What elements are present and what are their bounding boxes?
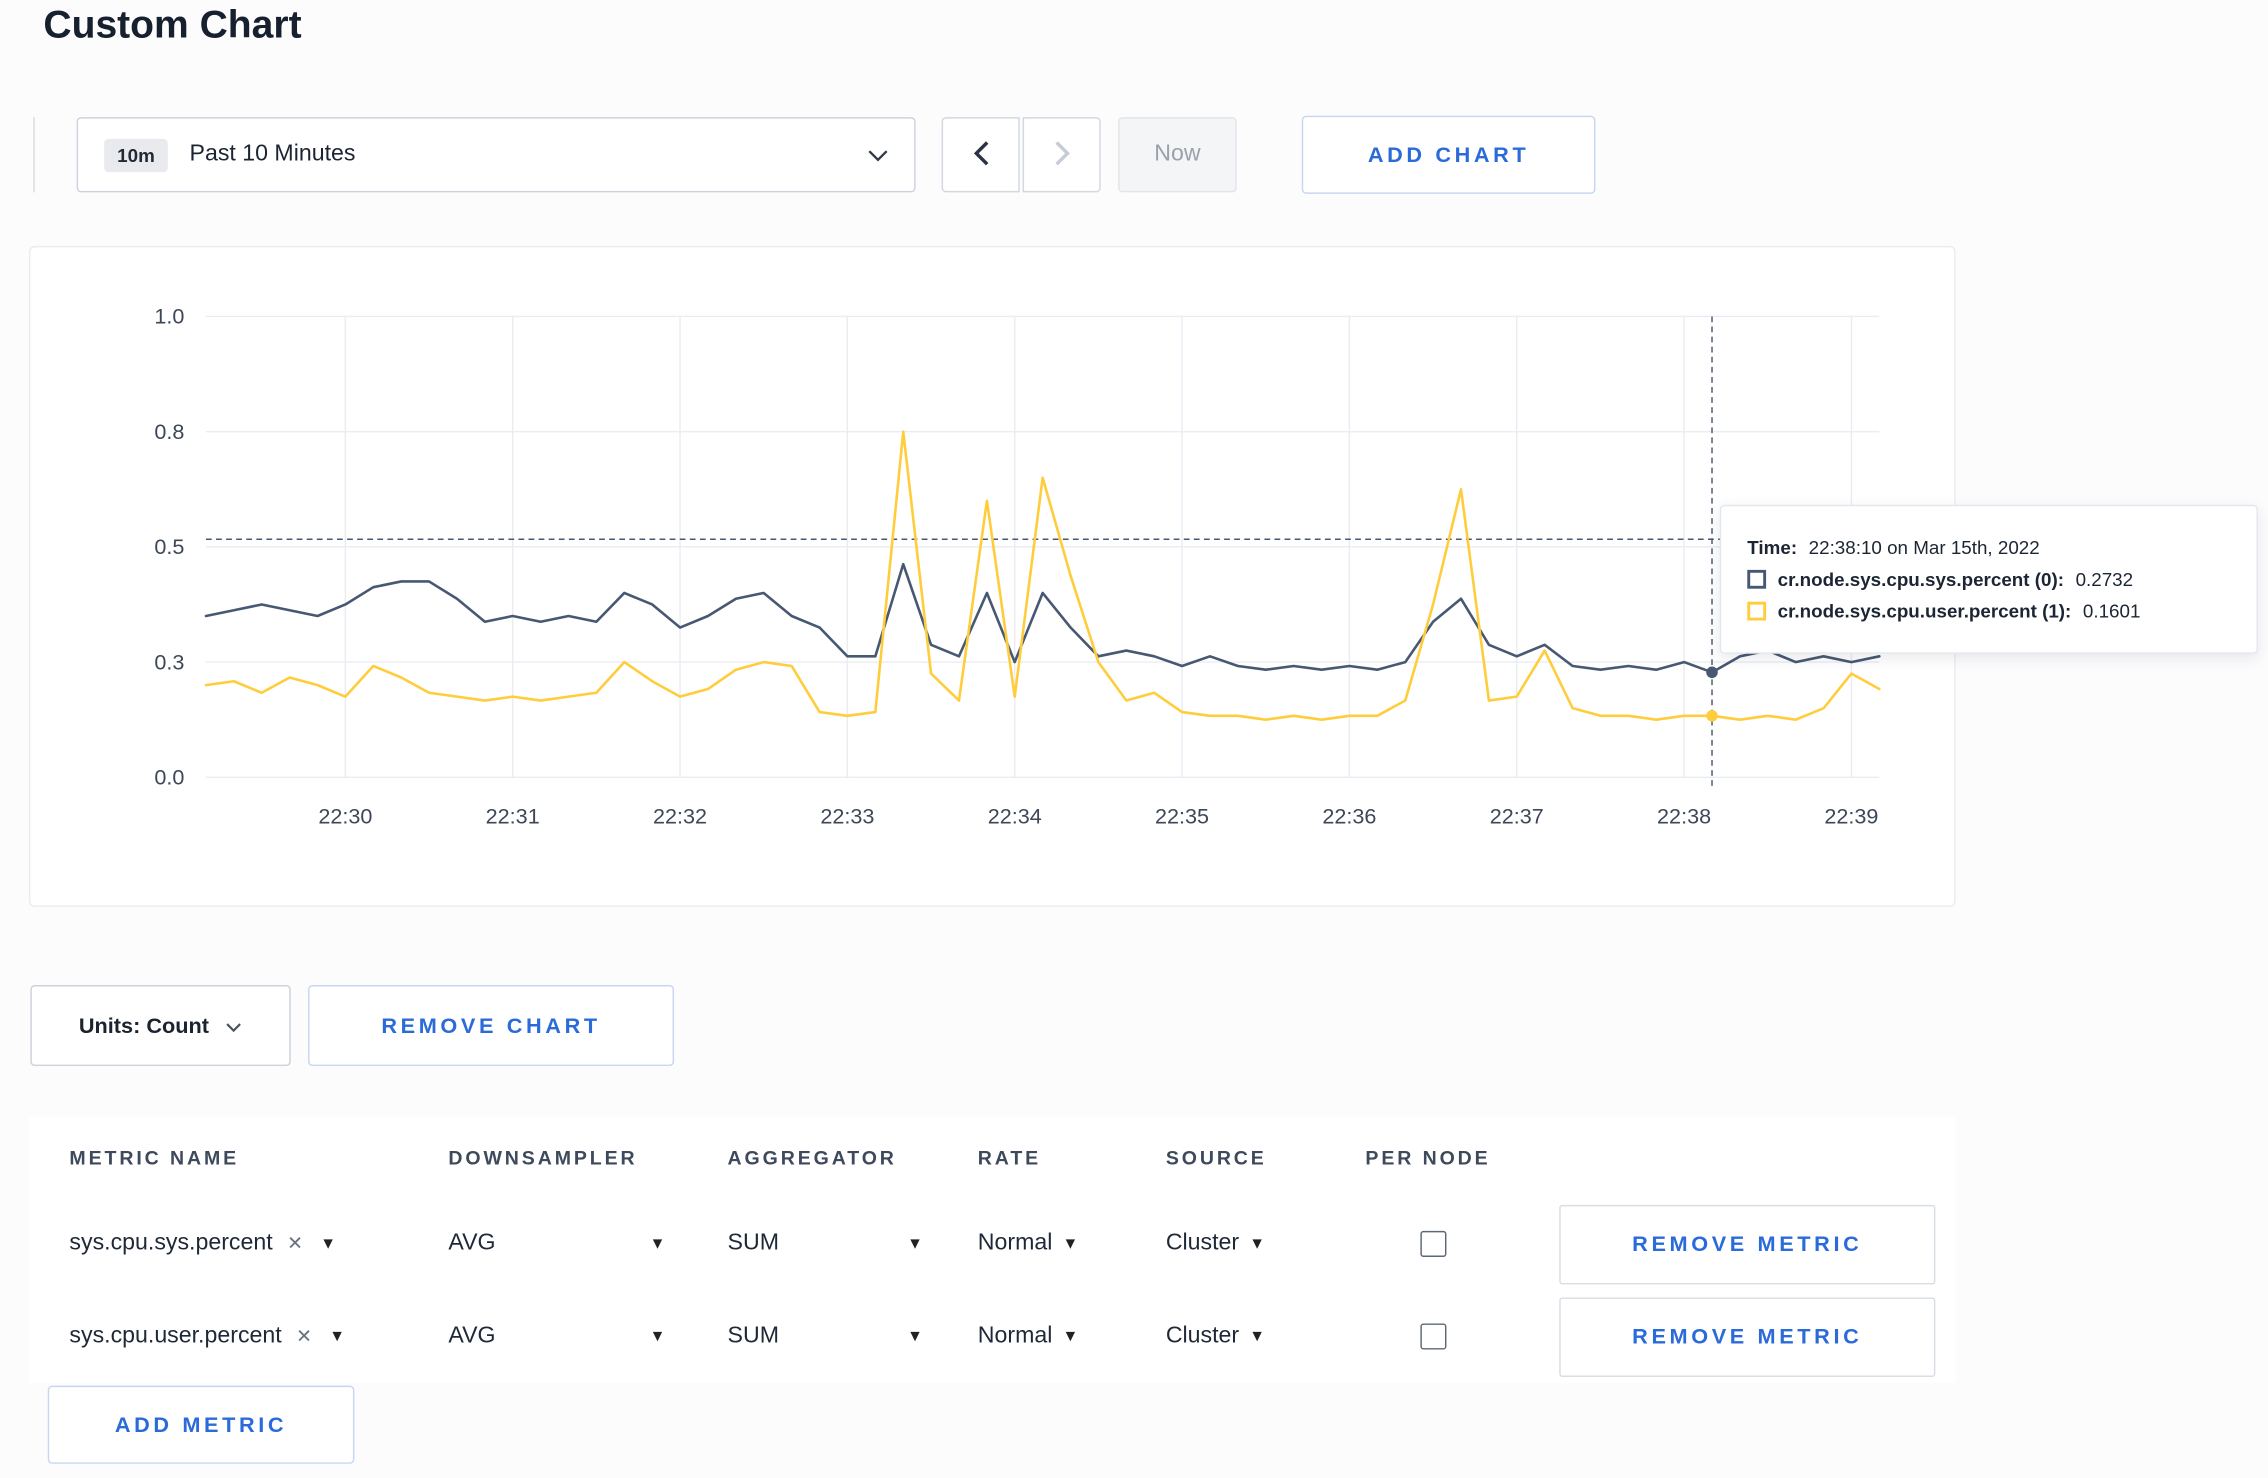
metric-row: sys.cpu.sys.percent ✕ ▼ AVG ▼ SUM ▼ Norm… <box>29 1198 1956 1291</box>
caret-down-icon: ▼ <box>649 1235 666 1253</box>
svg-text:0.0: 0.0 <box>154 764 184 789</box>
custom-chart-page: Custom Chart 10m Past 10 Minutes Now ADD… <box>0 0 2268 1478</box>
downsampler-select[interactable]: AVG ▼ <box>448 1323 665 1349</box>
sys-series-swatch-icon <box>1747 569 1767 589</box>
chart-panel: 0.0 0.3 0.5 0.8 1.0 22:30 22:31 22:32 22:33 22:34… <box>28 245 1956 907</box>
time-range-dropdown[interactable]: 10m Past 10 Minutes <box>76 117 916 193</box>
add-metric-button[interactable]: ADD METRIC <box>47 1385 355 1464</box>
tooltip-series-row: cr.node.sys.cpu.user.percent (1): 0.1601 <box>1747 600 2230 622</box>
units-label: Units: Count <box>78 1013 209 1038</box>
svg-text:22:36: 22:36 <box>1322 803 1376 828</box>
caret-down-icon[interactable]: ▼ <box>320 1235 336 1252</box>
clear-metric-icon[interactable]: ✕ <box>296 1325 312 1348</box>
chevron-left-icon <box>973 140 989 170</box>
column-header-per-node: PER NODE <box>1365 1146 1491 1168</box>
aggregator-select[interactable]: SUM ▼ <box>728 1231 923 1257</box>
caret-down-icon[interactable]: ▼ <box>329 1328 345 1345</box>
column-header-metric-name: METRIC NAME <box>69 1146 240 1168</box>
svg-text:22:31: 22:31 <box>486 803 540 828</box>
time-range-label: Past 10 Minutes <box>189 141 356 167</box>
caret-down-icon: ▼ <box>907 1235 923 1253</box>
line-chart[interactable]: 0.0 0.3 0.5 0.8 1.0 22:30 22:31 22:32 22:33 22:34… <box>30 247 1954 905</box>
rate-select[interactable]: Normal ▼ <box>978 1231 1078 1257</box>
chevron-down-icon <box>868 148 888 161</box>
caret-down-icon: ▼ <box>1249 1235 1266 1253</box>
tooltip-series-label: cr.node.sys.cpu.sys.percent (0): <box>1777 568 2065 591</box>
caret-down-icon: ▼ <box>1062 1327 1079 1346</box>
caret-down-icon: ▼ <box>1249 1327 1266 1346</box>
metrics-table-rows: sys.cpu.sys.percent ✕ ▼ AVG ▼ SUM ▼ Norm… <box>29 1198 1956 1383</box>
caret-down-icon: ▼ <box>1062 1235 1079 1253</box>
user-series-swatch-icon <box>1747 601 1767 621</box>
column-header-downsampler: DOWNSAMPLER <box>448 1146 638 1168</box>
rate-select[interactable]: Normal ▼ <box>978 1323 1078 1349</box>
tooltip-time-label: Time: <box>1747 536 1798 559</box>
tooltip-series-label: cr.node.sys.cpu.user.percent (1): <box>1777 600 2072 622</box>
svg-text:0.5: 0.5 <box>154 534 184 559</box>
svg-text:22:34: 22:34 <box>988 803 1042 828</box>
add-chart-button[interactable]: ADD CHART <box>1301 115 1596 194</box>
toolbar-divider <box>33 117 35 193</box>
chart-footer: Units: Count REMOVE CHART <box>30 985 675 1067</box>
now-button[interactable]: Now <box>1118 117 1237 193</box>
remove-metric-button[interactable]: REMOVE METRIC <box>1559 1204 1936 1284</box>
source-select[interactable]: Cluster ▼ <box>1166 1231 1265 1257</box>
chevron-down-icon <box>226 1015 242 1037</box>
metrics-table: METRIC NAME DOWNSAMPLER AGGREGATOR RATE … <box>28 1116 1956 1383</box>
tooltip-series-value: 0.1601 <box>2082 600 2141 622</box>
svg-text:1.0: 1.0 <box>154 304 184 329</box>
svg-text:0.3: 0.3 <box>154 649 184 674</box>
per-node-checkbox[interactable] <box>1420 1230 1447 1257</box>
clear-metric-icon[interactable]: ✕ <box>287 1232 303 1255</box>
page-title: Custom Chart <box>43 2 302 47</box>
aggregator-select[interactable]: SUM ▼ <box>728 1323 923 1349</box>
caret-down-icon: ▼ <box>649 1327 666 1346</box>
svg-text:22:35: 22:35 <box>1155 803 1209 828</box>
chart-tooltip: Time: 22:38:10 on Mar 15th, 2022 cr.node… <box>1719 504 2258 654</box>
metric-name-select[interactable]: sys.cpu.user.percent <box>69 1323 281 1349</box>
column-header-aggregator: AGGREGATOR <box>727 1146 897 1168</box>
svg-text:22:30: 22:30 <box>318 803 372 828</box>
metric-row: sys.cpu.user.percent ✕ ▼ AVG ▼ SUM ▼ Nor… <box>29 1290 1956 1383</box>
svg-text:22:38: 22:38 <box>1657 803 1711 828</box>
toolbar: 10m Past 10 Minutes Now ADD CHART <box>33 115 1596 194</box>
tooltip-series-row: cr.node.sys.cpu.sys.percent (0): 0.2732 <box>1747 568 2230 590</box>
remove-metric-button[interactable]: REMOVE METRIC <box>1559 1296 1936 1377</box>
prev-range-button[interactable] <box>941 117 1020 193</box>
svg-text:0.8: 0.8 <box>154 419 184 444</box>
chevron-right-icon <box>1054 140 1070 170</box>
svg-text:22:37: 22:37 <box>1490 803 1544 828</box>
next-range-button[interactable] <box>1022 117 1101 193</box>
column-header-source: SOURCE <box>1165 1146 1267 1168</box>
remove-chart-button[interactable]: REMOVE CHART <box>308 985 675 1067</box>
units-dropdown[interactable]: Units: Count <box>30 985 291 1067</box>
time-range-badge: 10m <box>104 138 168 172</box>
metrics-table-header: METRIC NAME DOWNSAMPLER AGGREGATOR RATE … <box>29 1117 1956 1198</box>
tooltip-time-value: 22:38:10 on Mar 15th, 2022 <box>1808 536 2040 559</box>
per-node-checkbox[interactable] <box>1420 1323 1447 1350</box>
source-select[interactable]: Cluster ▼ <box>1166 1323 1265 1349</box>
column-header-rate: RATE <box>977 1146 1042 1168</box>
metric-name-select[interactable]: sys.cpu.sys.percent <box>69 1231 272 1257</box>
svg-text:22:39: 22:39 <box>1824 803 1878 828</box>
downsampler-select[interactable]: AVG ▼ <box>448 1231 665 1257</box>
tooltip-time-row: Time: 22:38:10 on Mar 15th, 2022 <box>1747 537 2230 559</box>
tooltip-series-value: 0.2732 <box>2075 568 2134 591</box>
svg-text:22:32: 22:32 <box>653 803 707 828</box>
caret-down-icon: ▼ <box>907 1327 923 1346</box>
time-nav-arrows <box>941 117 1101 193</box>
svg-text:22:33: 22:33 <box>820 803 874 828</box>
